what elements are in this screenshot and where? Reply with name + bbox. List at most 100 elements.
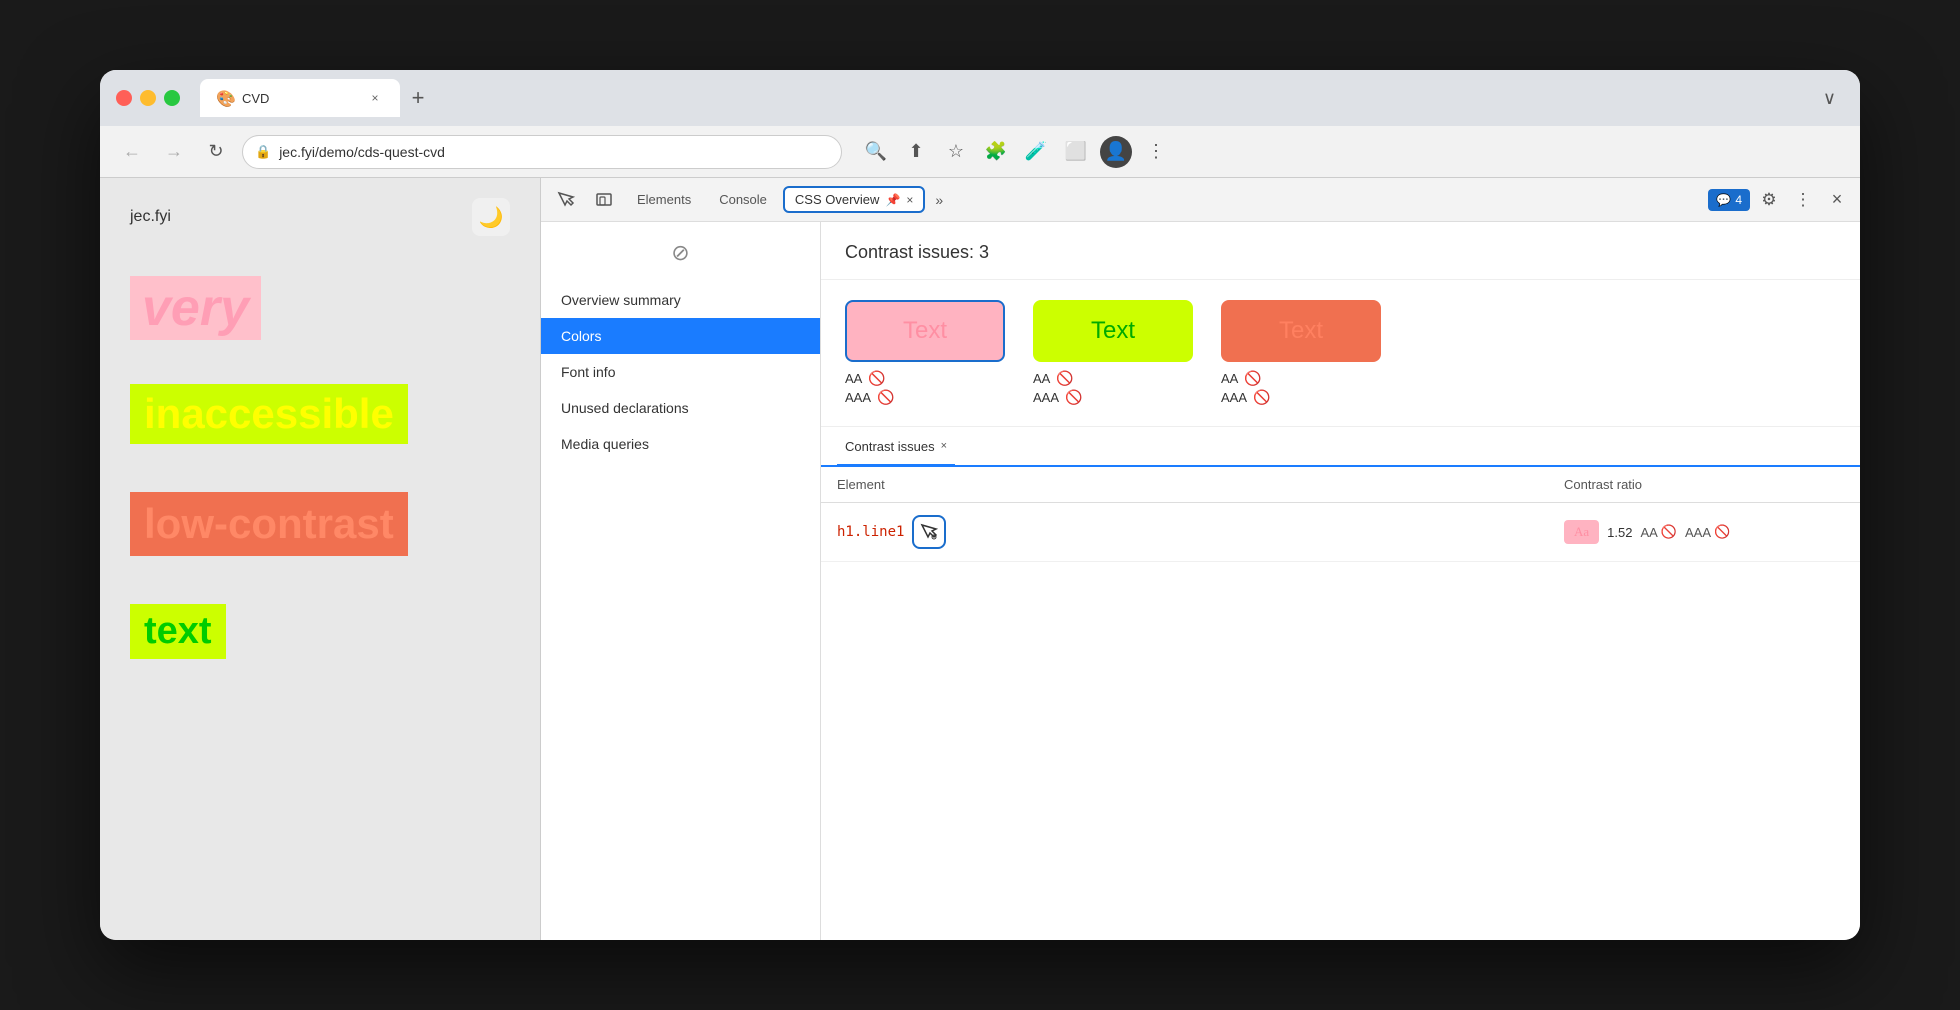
aaa-badge-label: AAA — [1685, 525, 1711, 540]
elements-tab[interactable]: Elements — [625, 186, 703, 213]
minimize-traffic-light[interactable] — [140, 90, 156, 106]
tabs-dropdown[interactable]: ∨ — [1823, 88, 1844, 109]
swatch-3-text: Text — [1279, 317, 1323, 345]
close-traffic-light[interactable] — [116, 90, 132, 106]
issues-tab-bar: Contrast issues × — [821, 427, 1860, 467]
element-cell: h1.line1 — [837, 515, 1564, 549]
inspect-element-button[interactable] — [912, 515, 946, 549]
issues-badge-icon: 💬 — [1716, 193, 1731, 207]
share-icon[interactable]: ⬆ — [900, 136, 932, 168]
contrast-header: Contrast issues: 3 — [821, 222, 1860, 280]
swatch-1-aaa-label: AAA — [845, 390, 871, 405]
swatch-2[interactable]: Text — [1033, 300, 1193, 362]
block-icon[interactable]: ⊘ — [664, 236, 698, 270]
url-text: jec.fyi/demo/cds-quest-cvd — [279, 144, 445, 160]
devtools-close-icon: × — [1832, 189, 1843, 210]
devtools-right-controls: 💬 4 ⚙ ⋮ × — [1708, 185, 1852, 215]
swatch-1[interactable]: Text — [845, 300, 1005, 362]
issues-badge-button[interactable]: 💬 4 — [1708, 189, 1750, 211]
contrast-swatches: Text AA 🚫 AAA 🚫 — [821, 280, 1860, 427]
dark-mode-button[interactable]: 🌙 — [472, 198, 510, 236]
profile-icon[interactable]: 👤 — [1100, 136, 1132, 168]
navigation-bar: ← → ↻ 🔒 jec.fyi/demo/cds-quest-cvd 🔍 ⬆ ☆… — [100, 126, 1860, 178]
low-contrast-bg-block: low-contrast — [130, 492, 408, 556]
demo-very-block: very — [130, 266, 510, 350]
browser-window: 🎨 CVD × + ∨ ← → ↻ 🔒 jec.fyi/demo/cds-que… — [100, 70, 1860, 940]
bookmark-icon[interactable]: ☆ — [940, 136, 972, 168]
tabs-bar: 🎨 CVD × + — [200, 79, 1811, 117]
devtools-content: ⊘ Overview summary Colors Font info Unus… — [541, 222, 1860, 940]
ratio-column-header: Contrast ratio — [1564, 477, 1844, 492]
swatch-3-aa-row: AA 🚫 — [1221, 370, 1381, 387]
new-tab-button[interactable]: + — [400, 80, 436, 116]
contrast-issues-tab[interactable]: Contrast issues × — [837, 428, 955, 466]
extensions-icon[interactable]: 🧩 — [980, 136, 1012, 168]
element-code: h1.line1 — [837, 524, 904, 540]
back-button[interactable]: ← — [116, 136, 148, 168]
active-tab[interactable]: 🎨 CVD × — [200, 79, 400, 117]
title-bar: 🎨 CVD × + ∨ — [100, 70, 1860, 126]
tab-close-button[interactable]: × — [366, 89, 384, 107]
swatch-group-2: Text AA 🚫 AAA 🚫 — [1033, 300, 1193, 406]
devtools-close-button[interactable]: × — [1822, 185, 1852, 215]
settings-gear-icon: ⚙ — [1761, 190, 1776, 210]
css-overview-tab-label: CSS Overview — [795, 192, 880, 207]
swatch-1-labels: AA 🚫 AAA 🚫 — [845, 370, 1005, 406]
search-icon[interactable]: 🔍 — [860, 136, 892, 168]
sidebar-item-font[interactable]: Font info — [541, 354, 820, 390]
swatch-2-labels: AA 🚫 AAA 🚫 — [1033, 370, 1193, 406]
webpage-area: jec.fyi 🌙 very inaccessible low-contrast — [100, 178, 540, 940]
main-content: jec.fyi 🌙 very inaccessible low-contrast — [100, 178, 1860, 940]
swatch-group-1: Text AA 🚫 AAA 🚫 — [845, 300, 1005, 406]
demo-text-block: text — [130, 590, 510, 673]
devtools-toolbar: Elements Console CSS Overview 📌 × » 💬 4 … — [541, 178, 1860, 222]
devtools-main-panel: Contrast issues: 3 Text AA 🚫 — [821, 222, 1860, 940]
devtools-more-dots-icon: ⋮ — [1795, 190, 1812, 210]
inspector-tool-button[interactable] — [549, 183, 583, 217]
aaa-no-icon: 🚫 — [1714, 524, 1730, 540]
maximize-traffic-light[interactable] — [164, 90, 180, 106]
contrast-issues-area: Contrast issues × Element Contrast ratio — [821, 427, 1860, 940]
low-contrast-text: low-contrast — [144, 500, 394, 547]
issues-table: Element Contrast ratio h1.line1 — [821, 467, 1860, 940]
device-toggle-button[interactable] — [587, 183, 621, 217]
swatch-1-aa-label: AA — [845, 371, 862, 386]
split-icon[interactable]: ⬜ — [1060, 136, 1092, 168]
devtools-settings-button[interactable]: ⚙ — [1754, 185, 1784, 215]
webpage-header: jec.fyi 🌙 — [130, 198, 510, 236]
swatch-2-aaa-no-icon: 🚫 — [1065, 389, 1082, 406]
contrast-issues-tab-close[interactable]: × — [941, 440, 947, 452]
sidebar-item-colors[interactable]: Colors — [541, 318, 820, 354]
css-overview-tab-close[interactable]: × — [906, 193, 913, 207]
more-tabs-button[interactable]: » — [929, 188, 949, 212]
swatch-3-aaa-label: AAA — [1221, 390, 1247, 405]
devtools-more-button[interactable]: ⋮ — [1788, 185, 1818, 215]
forward-button[interactable]: → — [158, 136, 190, 168]
swatch-1-aaa-no-icon: 🚫 — [877, 389, 894, 406]
aa-badge: AA 🚫 — [1640, 524, 1677, 540]
swatch-3[interactable]: Text — [1221, 300, 1381, 362]
issues-badge-count: 4 — [1735, 193, 1742, 207]
sidebar-item-unused[interactable]: Unused declarations — [541, 390, 820, 426]
console-tab[interactable]: Console — [707, 186, 779, 213]
block-symbol: ⊘ — [671, 240, 689, 266]
aaa-badge: AAA 🚫 — [1685, 524, 1730, 540]
swatch-1-aaa-row: AAA 🚫 — [845, 389, 1005, 406]
lab-icon[interactable]: 🧪 — [1020, 136, 1052, 168]
refresh-button[interactable]: ↻ — [200, 136, 232, 168]
sidebar-item-media[interactable]: Media queries — [541, 426, 820, 462]
address-bar[interactable]: 🔒 jec.fyi/demo/cds-quest-cvd — [242, 135, 842, 169]
demo-inaccessible-block: inaccessible — [130, 370, 510, 458]
css-overview-tab[interactable]: CSS Overview 📌 × — [783, 186, 926, 213]
table-row: h1.line1 Aa — [821, 503, 1860, 562]
demo-low-contrast-block: low-contrast — [130, 478, 510, 570]
aa-swatch: Aa — [1564, 520, 1599, 544]
tab-favicon: 🎨 — [216, 89, 234, 107]
sidebar-item-overview[interactable]: Overview summary — [541, 282, 820, 318]
css-overview-sidebar: ⊘ Overview summary Colors Font info Unus… — [541, 222, 821, 940]
swatch-2-aaa-label: AAA — [1033, 390, 1059, 405]
swatch-2-text: Text — [1091, 317, 1135, 345]
more-menu-icon[interactable]: ⋮ — [1140, 136, 1172, 168]
ratio-value: 1.52 — [1607, 525, 1632, 540]
issues-table-header: Element Contrast ratio — [821, 467, 1860, 503]
